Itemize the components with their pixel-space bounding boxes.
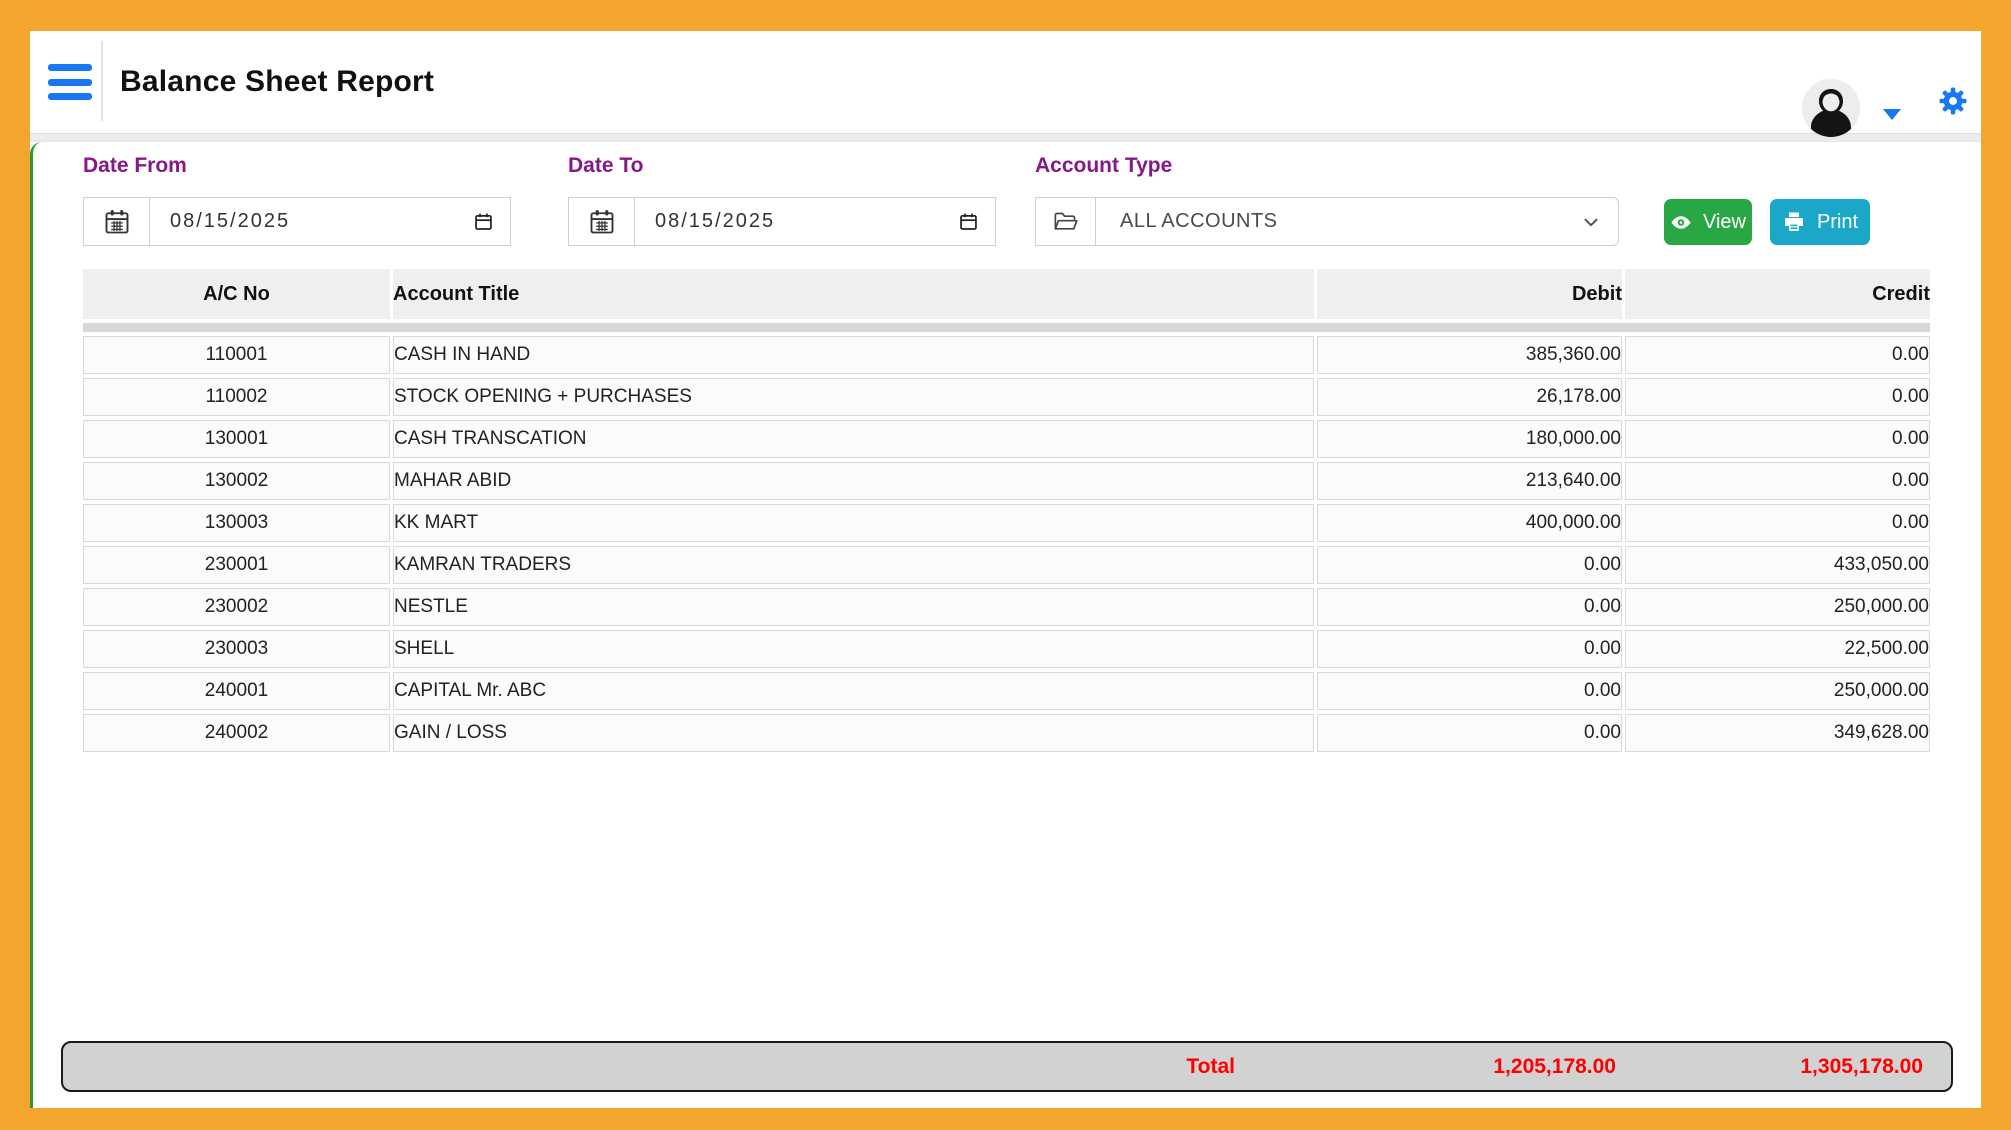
chevron-down-icon	[1580, 211, 1602, 233]
page-title: Balance Sheet Report	[120, 65, 434, 99]
column-header-debit[interactable]: Debit	[1317, 269, 1622, 319]
cell-ac-no: 110002	[83, 378, 390, 416]
eye-icon	[1670, 210, 1692, 235]
header-divider	[101, 41, 103, 121]
table-row[interactable]: 110002 STOCK OPENING + PURCHASES 26,178.…	[83, 378, 1930, 416]
gear-icon[interactable]	[1936, 84, 1970, 118]
column-header-account-title[interactable]: Account Title	[393, 269, 1314, 319]
cell-credit: 0.00	[1625, 462, 1930, 500]
cell-ac-no: 240001	[83, 672, 390, 710]
folder-open-icon	[1035, 197, 1095, 246]
date-to-label: Date To	[568, 154, 643, 178]
cell-account-title: SHELL	[393, 630, 1314, 668]
cell-credit: 433,050.00	[1625, 546, 1930, 584]
print-button[interactable]: Print	[1770, 199, 1870, 245]
cell-ac-no: 130002	[83, 462, 390, 500]
calendar-icon	[83, 197, 149, 246]
table-row[interactable]: 130003 KK MART 400,000.00 0.00	[83, 504, 1930, 542]
date-to-value: 08/15/2025	[655, 210, 958, 233]
table-row[interactable]: 230002 NESTLE 0.00 250,000.00	[83, 588, 1930, 626]
cell-debit: 0.00	[1317, 588, 1622, 626]
cell-ac-no: 230002	[83, 588, 390, 626]
cell-account-title: KK MART	[393, 504, 1314, 542]
date-from-group: 08/15/2025	[83, 197, 511, 246]
cell-ac-no: 230001	[83, 546, 390, 584]
cell-credit: 250,000.00	[1625, 588, 1930, 626]
cell-debit: 0.00	[1317, 630, 1622, 668]
menu-icon[interactable]	[48, 64, 92, 100]
total-bar: Total 1,205,178.00 1,305,178.00	[61, 1041, 1953, 1092]
table-row[interactable]: 230003 SHELL 0.00 22,500.00	[83, 630, 1930, 668]
cell-ac-no: 240002	[83, 714, 390, 752]
cell-ac-no: 130001	[83, 420, 390, 458]
date-picker-icon[interactable]	[473, 211, 494, 232]
table-row[interactable]: 240001 CAPITAL Mr. ABC 0.00 250,000.00	[83, 672, 1930, 710]
account-type-select[interactable]: ALL ACCOUNTS	[1095, 197, 1619, 246]
date-from-input[interactable]: 08/15/2025	[149, 197, 511, 246]
date-from-label: Date From	[83, 154, 187, 178]
cell-credit: 0.00	[1625, 504, 1930, 542]
calendar-icon	[568, 197, 634, 246]
total-label: Total	[1186, 1055, 1235, 1079]
date-to-input[interactable]: 08/15/2025	[634, 197, 996, 246]
cell-account-title: CASH IN HAND	[393, 336, 1314, 374]
cell-debit: 385,360.00	[1317, 336, 1622, 374]
printer-icon	[1782, 210, 1806, 234]
table-row[interactable]: 240002 GAIN / LOSS 0.00 349,628.00	[83, 714, 1930, 752]
table-row[interactable]: 130002 MAHAR ABID 213,640.00 0.00	[83, 462, 1930, 500]
view-button[interactable]: View	[1664, 199, 1752, 245]
table-row[interactable]: 130001 CASH TRANSCATION 180,000.00 0.00	[83, 420, 1930, 458]
date-to-group: 08/15/2025	[568, 197, 996, 246]
table-header-row: A/C No Account Title Debit Credit	[83, 269, 1930, 319]
table-row[interactable]: 230001 KAMRAN TRADERS 0.00 433,050.00	[83, 546, 1930, 584]
report-panel: Date From Date To Account Type 08/15/202…	[30, 142, 1981, 1108]
column-header-acno[interactable]: A/C No	[83, 269, 390, 319]
cell-ac-no: 110001	[83, 336, 390, 374]
cell-debit: 213,640.00	[1317, 462, 1622, 500]
account-type-label: Account Type	[1035, 154, 1172, 178]
view-button-label: View	[1703, 211, 1746, 234]
avatar-person-icon	[1802, 79, 1860, 137]
cell-credit: 349,628.00	[1625, 714, 1930, 752]
cell-account-title: CASH TRANSCATION	[393, 420, 1314, 458]
cell-credit: 0.00	[1625, 378, 1930, 416]
cell-credit: 0.00	[1625, 336, 1930, 374]
cell-debit: 400,000.00	[1317, 504, 1622, 542]
account-type-value: ALL ACCOUNTS	[1120, 210, 1580, 233]
header-spacer-row	[83, 323, 1930, 332]
cell-credit: 250,000.00	[1625, 672, 1930, 710]
cell-debit: 180,000.00	[1317, 420, 1622, 458]
app-window: Balance Sheet Report	[30, 31, 1981, 1108]
print-button-label: Print	[1817, 211, 1858, 234]
top-bar: Balance Sheet Report	[30, 31, 1981, 133]
cell-ac-no: 130003	[83, 504, 390, 542]
header-bottom-strip	[30, 133, 1981, 142]
cell-account-title: NESTLE	[393, 588, 1314, 626]
account-type-group: ALL ACCOUNTS	[1035, 197, 1619, 246]
cell-ac-no: 230003	[83, 630, 390, 668]
cell-debit: 0.00	[1317, 672, 1622, 710]
cell-credit: 22,500.00	[1625, 630, 1930, 668]
avatar[interactable]	[1802, 79, 1860, 137]
column-header-credit[interactable]: Credit	[1625, 269, 1930, 319]
balance-sheet-table: A/C No Account Title Debit Credit 110001…	[80, 265, 1933, 756]
date-from-value: 08/15/2025	[170, 210, 473, 233]
cell-account-title: CAPITAL Mr. ABC	[393, 672, 1314, 710]
cell-credit: 0.00	[1625, 420, 1930, 458]
total-debit: 1,205,178.00	[1493, 1055, 1616, 1079]
cell-debit: 0.00	[1317, 546, 1622, 584]
cell-account-title: KAMRAN TRADERS	[393, 546, 1314, 584]
date-picker-icon[interactable]	[958, 211, 979, 232]
cell-account-title: MAHAR ABID	[393, 462, 1314, 500]
cell-account-title: STOCK OPENING + PURCHASES	[393, 378, 1314, 416]
caret-down-icon[interactable]	[1883, 109, 1901, 120]
table-row[interactable]: 110001 CASH IN HAND 385,360.00 0.00	[83, 336, 1930, 374]
cell-account-title: GAIN / LOSS	[393, 714, 1314, 752]
cell-debit: 0.00	[1317, 714, 1622, 752]
cell-debit: 26,178.00	[1317, 378, 1622, 416]
total-credit: 1,305,178.00	[1800, 1055, 1923, 1079]
